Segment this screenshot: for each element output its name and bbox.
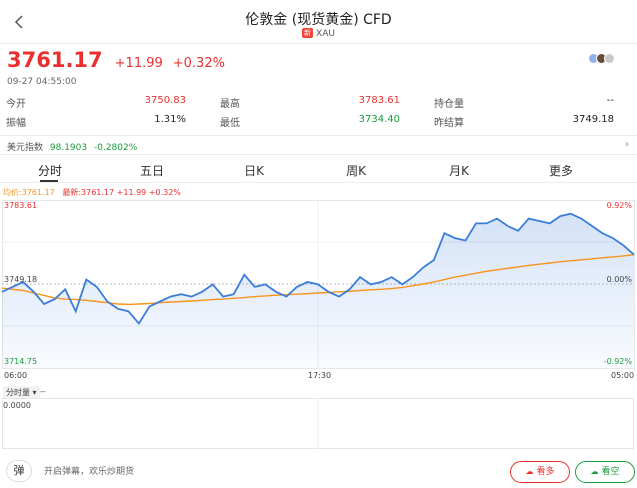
new-tag: 新 xyxy=(302,28,314,38)
x-tick-end: 05:00 xyxy=(611,371,635,380)
chart-legend: 均价:3761.17 最新:3761.17 +11.99 +0.32% xyxy=(3,187,181,198)
y-tick-mid: 3749.18 xyxy=(4,275,38,284)
position-value: -- xyxy=(606,95,614,106)
bottom-bar: 弹 开启弹幕，欢乐炒期货 ☁ 看多 ☁ 看空 xyxy=(0,455,637,488)
y-pct-mid: 0.00% xyxy=(606,275,632,284)
prev-settle-label: 昨结算 xyxy=(434,118,464,129)
page-title: 伦敦金 (现货黄金) CFD xyxy=(245,12,392,28)
open-label: 今开 xyxy=(6,99,26,110)
quote-row: 3761.17 +11.99 +0.32% xyxy=(7,48,225,74)
volume-value: -- xyxy=(40,387,46,396)
tab-weekly-k[interactable]: 周K xyxy=(326,162,386,179)
avatar-group[interactable] xyxy=(588,53,615,64)
volume-selector-label: 分时量 xyxy=(6,388,30,397)
go-short-label: 看空 xyxy=(601,467,620,477)
high-label: 最高 xyxy=(220,99,240,110)
cloud-up-icon: ☁ xyxy=(525,467,534,476)
intraday-chart[interactable] xyxy=(0,198,637,370)
prev-settle-value: 3749.18 xyxy=(572,114,614,125)
low-value: 3734.40 xyxy=(358,114,400,125)
volume-chart xyxy=(2,398,634,449)
cloud-down-icon: ☁ xyxy=(590,467,599,476)
stats-row-1: 今开 3750.83 最高 3783.61 持仓量 -- xyxy=(6,93,626,112)
symbol-subtitle: 新 XAU xyxy=(0,28,637,39)
stats-grid: 今开 3750.83 最高 3783.61 持仓量 -- 振幅 1.31% 最低… xyxy=(6,93,626,131)
go-long-label: 看多 xyxy=(536,467,555,477)
tab-daily-k[interactable]: 日K xyxy=(224,162,284,179)
quote-time: 09-27 04:55:00 xyxy=(7,77,77,87)
price-change: +11.99 xyxy=(114,56,163,71)
tab-intraday[interactable]: 分时 xyxy=(20,162,80,179)
chart-tabs: 分时 五日 日K 周K 月K 更多 xyxy=(0,157,637,183)
active-tab-indicator xyxy=(40,180,58,182)
tab-five-day[interactable]: 五日 xyxy=(122,162,182,179)
stats-row-2: 振幅 1.31% 最低 3734.40 昨结算 3749.18 xyxy=(6,112,626,131)
symbol-code: XAU xyxy=(316,29,335,39)
danmu-toggle-button[interactable]: 弹 xyxy=(6,460,32,482)
legend-avg: 均价:3761.17 xyxy=(3,188,55,197)
legend-latest: 最新:3761.17 +11.99 +0.32% xyxy=(62,188,181,197)
tab-monthly-k[interactable]: 月K xyxy=(429,162,489,179)
amplitude-label: 振幅 xyxy=(6,118,26,129)
usd-index-strip[interactable]: 美元指数 98.1903 -0.2802% › xyxy=(0,135,637,155)
amplitude-value: 1.31% xyxy=(154,114,186,125)
usd-index-label: 美元指数 xyxy=(7,143,44,153)
danmu-hint: 开启弹幕，欢乐炒期货 xyxy=(44,467,135,477)
y-tick-bottom: 3714.75 xyxy=(4,357,38,366)
chevron-right-icon: › xyxy=(625,139,629,150)
x-tick-start: 06:00 xyxy=(4,371,28,380)
y-pct-top: 0.92% xyxy=(606,201,632,210)
position-label: 持仓量 xyxy=(434,99,464,110)
tab-more[interactable]: 更多 xyxy=(531,162,591,179)
open-value: 3750.83 xyxy=(144,95,186,106)
usd-index-value: 98.1903 xyxy=(49,143,88,153)
price-change-pct: +0.32% xyxy=(172,56,225,71)
x-tick-mid: 17:30 xyxy=(308,371,332,380)
high-value: 3783.61 xyxy=(358,95,400,106)
last-price: 3761.17 xyxy=(7,48,103,72)
volume-axis-zero: 0.0000 xyxy=(3,401,31,410)
y-pct-bottom: -0.92% xyxy=(603,357,632,366)
usd-index-change: -0.2802% xyxy=(93,143,138,153)
y-tick-top: 3783.61 xyxy=(4,201,38,210)
avatar xyxy=(604,53,615,64)
go-long-button[interactable]: ☁ 看多 xyxy=(510,461,570,483)
low-label: 最低 xyxy=(220,118,240,129)
go-short-button[interactable]: ☁ 看空 xyxy=(575,461,635,483)
top-bar: 伦敦金 (现货黄金) CFD 新 XAU xyxy=(0,0,637,44)
